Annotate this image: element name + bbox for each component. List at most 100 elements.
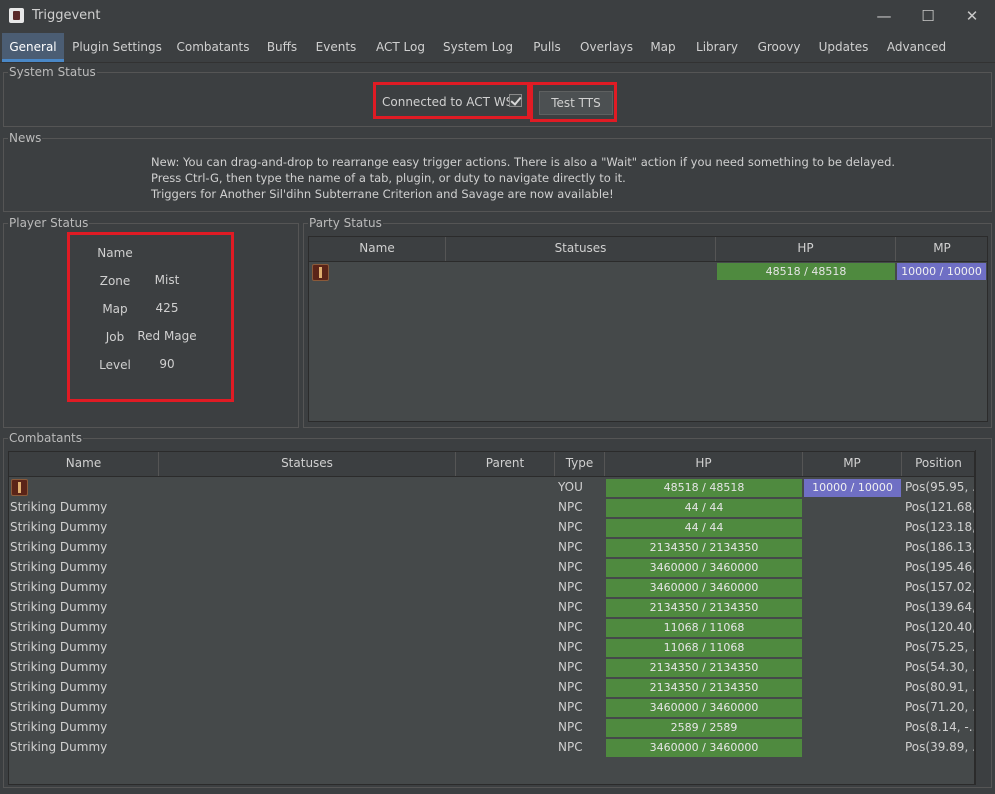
- combatant-name: Striking Dummy: [10, 620, 108, 634]
- red-mage-job-icon: [312, 264, 329, 281]
- combatants-col-mp[interactable]: MP: [803, 452, 902, 476]
- combatant-name: Striking Dummy: [10, 600, 108, 614]
- combatant-position: Pos(8.14, -...: [905, 720, 975, 734]
- party-col-mp[interactable]: MP: [896, 237, 987, 261]
- party-mp-bar: 10000 / 10000: [897, 263, 986, 280]
- tab-events[interactable]: Events: [312, 33, 360, 62]
- combatant-hp-bar: 3460000 / 3460000: [606, 699, 802, 717]
- tab-pulls[interactable]: Pulls: [524, 33, 570, 62]
- window-title: Triggevent: [32, 8, 101, 23]
- tab-groovy[interactable]: Groovy: [751, 33, 807, 62]
- combatants-col-type[interactable]: Type: [555, 452, 605, 476]
- table-row[interactable]: Striking Dummy NPC 3460000 / 3460000 Pos(15…: [9, 578, 974, 598]
- party-col-statuses[interactable]: Statuses: [446, 237, 716, 261]
- combatant-hp-bar: 2589 / 2589: [606, 719, 802, 737]
- tab-act-log[interactable]: ACT Log: [368, 33, 433, 62]
- combatant-name: Striking Dummy: [10, 540, 108, 554]
- table-row[interactable]: Striking Dummy NPC 2134350 / 2134350 Pos(80…: [9, 678, 974, 698]
- combatant-position: Pos(186.13,...: [905, 540, 974, 554]
- combatant-position: Pos(121.68,...: [905, 500, 974, 514]
- combatants-table[interactable]: Name Statuses Parent Type HP MP Position…: [8, 451, 975, 785]
- combatant-type: NPC: [558, 720, 583, 734]
- combatant-type: NPC: [558, 620, 583, 634]
- combatants-title: Combatants: [8, 431, 84, 445]
- table-row[interactable]: Striking Dummy NPC 2134350 / 2134350 Pos(13…: [9, 598, 974, 618]
- tab-combatants[interactable]: Combatants: [171, 33, 255, 62]
- tab-updates[interactable]: Updates: [812, 33, 875, 62]
- combatant-type: YOU: [558, 480, 583, 494]
- combatants-col-name[interactable]: Name: [9, 452, 159, 476]
- combatant-hp-bar: 2134350 / 2134350: [606, 599, 802, 617]
- combatant-hp-bar: 44 / 44: [606, 519, 802, 537]
- table-row[interactable]: Striking Dummy NPC 3460000 / 3460000 Pos(19…: [9, 558, 974, 578]
- combatant-position: Pos(157.02,...: [905, 580, 974, 594]
- combatant-name: Striking Dummy: [10, 640, 108, 654]
- tab-advanced[interactable]: Advanced: [880, 33, 953, 62]
- system-status-title: System Status: [8, 65, 97, 79]
- tab-bar: General Plugin Settings Combatants Buffs Eve…: [0, 33, 995, 63]
- combatant-type: NPC: [558, 500, 583, 514]
- table-row[interactable]: YOU 48518 / 48518 10000 / 10000 Pos(95.95, …: [9, 478, 974, 498]
- combatant-type: NPC: [558, 540, 583, 554]
- combatants-col-parent[interactable]: Parent: [456, 452, 555, 476]
- table-row[interactable]: Striking Dummy NPC 3460000 / 3460000 Pos(71…: [9, 698, 974, 718]
- combatant-hp-bar: 48518 / 48518: [606, 479, 802, 497]
- combatant-name: Striking Dummy: [10, 500, 108, 514]
- combatant-type: NPC: [558, 520, 583, 534]
- highlight-box-player-status: [67, 232, 234, 402]
- tab-map[interactable]: Map: [644, 33, 682, 62]
- tab-buffs[interactable]: Buffs: [259, 33, 305, 62]
- combatants-scrollbar[interactable]: [975, 450, 988, 785]
- tab-plugin-settings[interactable]: Plugin Settings: [67, 33, 167, 62]
- combatant-position: Pos(139.64,...: [905, 600, 974, 614]
- table-row[interactable]: Striking Dummy NPC 2134350 / 2134350 Pos(54…: [9, 658, 974, 678]
- table-row[interactable]: Striking Dummy NPC 3460000 / 3460000 Pos(39…: [9, 738, 974, 758]
- table-row[interactable]: Striking Dummy NPC 44 / 44 Pos(123.18,...: [9, 518, 974, 538]
- combatants-col-hp[interactable]: HP: [605, 452, 803, 476]
- combatants-col-position[interactable]: Position: [902, 452, 974, 476]
- table-row[interactable]: Striking Dummy NPC 11068 / 11068 Pos(120.40…: [9, 618, 974, 638]
- table-row[interactable]: Striking Dummy NPC 2589 / 2589 Pos(8.14, -.…: [9, 718, 975, 738]
- table-row[interactable]: Striking Dummy NPC 11068 / 11068 Pos(75.25,…: [9, 638, 974, 658]
- combatants-col-statuses[interactable]: Statuses: [159, 452, 456, 476]
- combatant-hp-bar: 3460000 / 3460000: [606, 579, 802, 597]
- combatant-hp-bar: 11068 / 11068: [606, 639, 802, 657]
- news-line-2: Press Ctrl-G, then type the name of a ta…: [151, 171, 626, 185]
- combatant-name: Striking Dummy: [10, 680, 108, 694]
- combatant-position: Pos(120.40,...: [905, 620, 974, 634]
- combatant-type: NPC: [558, 560, 583, 574]
- combatant-name: Striking Dummy: [10, 720, 108, 734]
- tab-general[interactable]: General: [2, 33, 64, 62]
- news-line-3: Triggers for Another Sil'dihn Subterrane…: [151, 187, 614, 201]
- combatant-hp-bar: 2134350 / 2134350: [606, 659, 802, 677]
- combatant-type: NPC: [558, 680, 583, 694]
- combatants-table-header: Name Statuses Parent Type HP MP Position: [9, 452, 974, 477]
- tab-library[interactable]: Library: [689, 33, 745, 62]
- combatant-type: NPC: [558, 600, 583, 614]
- close-button[interactable]: ✕: [959, 6, 985, 26]
- combatant-type: NPC: [558, 580, 583, 594]
- party-status-title: Party Status: [308, 216, 383, 230]
- player-status-title: Player Status: [8, 216, 90, 230]
- combatant-position: Pos(54.30, ...: [905, 660, 974, 674]
- combatant-position: Pos(80.91, ...: [905, 680, 974, 694]
- combatant-position: Pos(75.25, ...: [905, 640, 974, 654]
- combatant-position: Pos(123.18,...: [905, 520, 974, 534]
- combatant-position: Pos(95.95, ...: [905, 480, 974, 494]
- party-table[interactable]: Name Statuses HP MP 48518 / 48518 10000 …: [308, 236, 988, 422]
- combatant-hp-bar: 3460000 / 3460000: [606, 739, 802, 757]
- table-row[interactable]: Striking Dummy NPC 2134350 / 2134350 Pos(18…: [9, 538, 974, 558]
- minimize-button[interactable]: —: [871, 6, 897, 26]
- tab-overlays[interactable]: Overlays: [575, 33, 638, 62]
- title-bar: Triggevent — ☐ ✕: [0, 0, 995, 32]
- combatant-type: NPC: [558, 640, 583, 654]
- tab-system-log[interactable]: System Log: [438, 33, 518, 62]
- table-row[interactable]: Striking Dummy NPC 44 / 44 Pos(121.68,...: [9, 498, 974, 518]
- party-col-hp[interactable]: HP: [716, 237, 896, 261]
- party-col-name[interactable]: Name: [309, 237, 446, 261]
- combatant-name: Striking Dummy: [10, 700, 108, 714]
- maximize-button[interactable]: ☐: [915, 6, 941, 26]
- red-mage-job-icon: [11, 479, 28, 496]
- combatant-position: Pos(39.89, ...: [905, 740, 974, 754]
- app-icon: [9, 8, 24, 23]
